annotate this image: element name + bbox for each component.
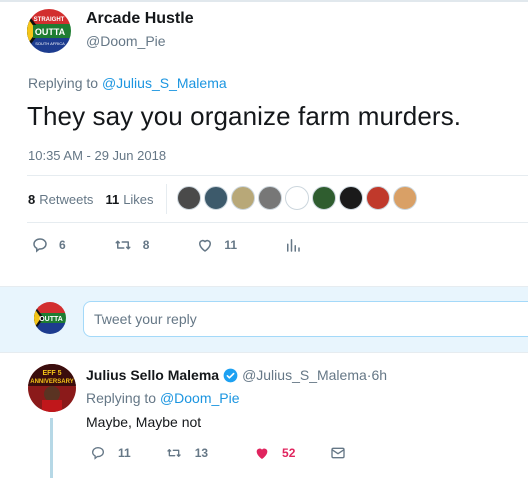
avatar-text-line3: SOUTH AFRICA: [35, 41, 65, 46]
reply-divider: [0, 352, 528, 353]
reply-author-handle[interactable]: @Julius_S_Malema: [242, 367, 367, 383]
tweet-actions: 6 8 11: [31, 236, 359, 254]
reply-icon: [33, 238, 47, 253]
like-button[interactable]: 11: [196, 236, 237, 254]
reply-composer: OUTTA: [0, 287, 528, 352]
reply-replying-prefix: Replying to: [86, 390, 160, 406]
likes-count: 11: [105, 192, 120, 207]
heart-filled-icon: [256, 448, 268, 459]
reply-header: Julius Sello Malema @Julius_S_Malema · 6…: [86, 367, 387, 383]
reply-retweet-button[interactable]: 13: [165, 445, 208, 461]
reply-actions: 11 13 52: [90, 445, 393, 461]
reply-input[interactable]: [83, 301, 528, 337]
reply-reply-count: 11: [118, 446, 131, 460]
top-divider: [0, 0, 528, 2]
avatar-text-line2: OUTTA: [35, 27, 66, 37]
composer-avatar: OUTTA: [34, 302, 66, 334]
retweet-icon: [115, 240, 131, 250]
reply-button[interactable]: 6: [31, 236, 66, 254]
composer-avatar-text: OUTTA: [39, 316, 63, 323]
reply-avatar-text-line2: ANNIVERSARY: [30, 379, 73, 385]
reply-text: Maybe, Maybe not: [86, 414, 202, 430]
analytics-button[interactable]: [284, 236, 312, 254]
replying-to-line: Replying to @Julius_S_Malema: [28, 75, 227, 91]
retweet-count: 8: [142, 238, 150, 252]
replying-prefix: Replying to: [28, 75, 102, 91]
stats-divider: [166, 184, 167, 214]
liker-avatar[interactable]: [285, 186, 309, 210]
liker-avatar[interactable]: [339, 186, 363, 210]
author-avatar[interactable]: STRAIGHT OUTTA SOUTH AFRICA: [27, 9, 71, 53]
heart-icon: [199, 239, 212, 252]
stats-bottom-divider: [27, 222, 528, 223]
thread-line: [50, 418, 53, 478]
reply-time[interactable]: 6h: [371, 367, 387, 383]
liker-avatar[interactable]: [393, 186, 417, 210]
author-name[interactable]: Arcade Hustle: [86, 10, 194, 28]
liker-avatar[interactable]: [231, 186, 255, 210]
tweet-timestamp[interactable]: 10:35 AM - 29 Jun 2018: [28, 148, 166, 163]
verified-badge-icon: [223, 368, 238, 383]
retweet-button[interactable]: 8: [113, 236, 150, 254]
reply-replying-to-line: Replying to @Doom_Pie: [86, 390, 240, 406]
reply-author-avatar[interactable]: EFF 5 ANNIVERSARY: [28, 364, 76, 412]
retweets-stat[interactable]: 8 Retweets: [28, 192, 93, 207]
reply-icon: [91, 446, 105, 460]
like-count: 11: [224, 238, 238, 252]
likes-stat[interactable]: 11 Likes: [105, 192, 153, 207]
envelope-icon: [331, 447, 346, 459]
liker-avatar[interactable]: [258, 186, 282, 210]
liker-avatar[interactable]: [177, 186, 201, 210]
stats-top-divider: [27, 175, 528, 176]
reply-avatar-text-line1: EFF 5: [42, 370, 61, 377]
direct-message-button[interactable]: [329, 445, 359, 461]
liker-avatar[interactable]: [204, 186, 228, 210]
avatar-text-line1: STRAIGHT: [34, 17, 65, 23]
reply-count: 6: [59, 238, 66, 252]
reply-author-name[interactable]: Julius Sello Malema: [86, 367, 219, 383]
reply-like-count: 52: [282, 446, 296, 460]
reply-replying-to-link[interactable]: @Doom_Pie: [160, 390, 240, 406]
reply-like-button[interactable]: 52: [254, 445, 295, 461]
tweet-stats: 8 Retweets 11 Likes: [28, 192, 164, 207]
likers-avatars: [177, 186, 420, 210]
retweets-count: 8: [28, 192, 36, 207]
tweet-text: They say you organize farm murders.: [27, 101, 462, 131]
liker-avatar[interactable]: [366, 186, 390, 210]
reply-retweet-count: 13: [194, 446, 209, 460]
retweets-label: Retweets: [39, 192, 94, 207]
analytics-icon: [287, 239, 300, 252]
retweet-icon: [167, 449, 181, 457]
author-handle[interactable]: @Doom_Pie: [86, 33, 166, 49]
liker-avatar[interactable]: [312, 186, 336, 210]
reply-reply-button[interactable]: 11: [90, 445, 131, 461]
replying-to-link[interactable]: @Julius_S_Malema: [102, 75, 227, 91]
likes-label: Likes: [123, 192, 154, 207]
